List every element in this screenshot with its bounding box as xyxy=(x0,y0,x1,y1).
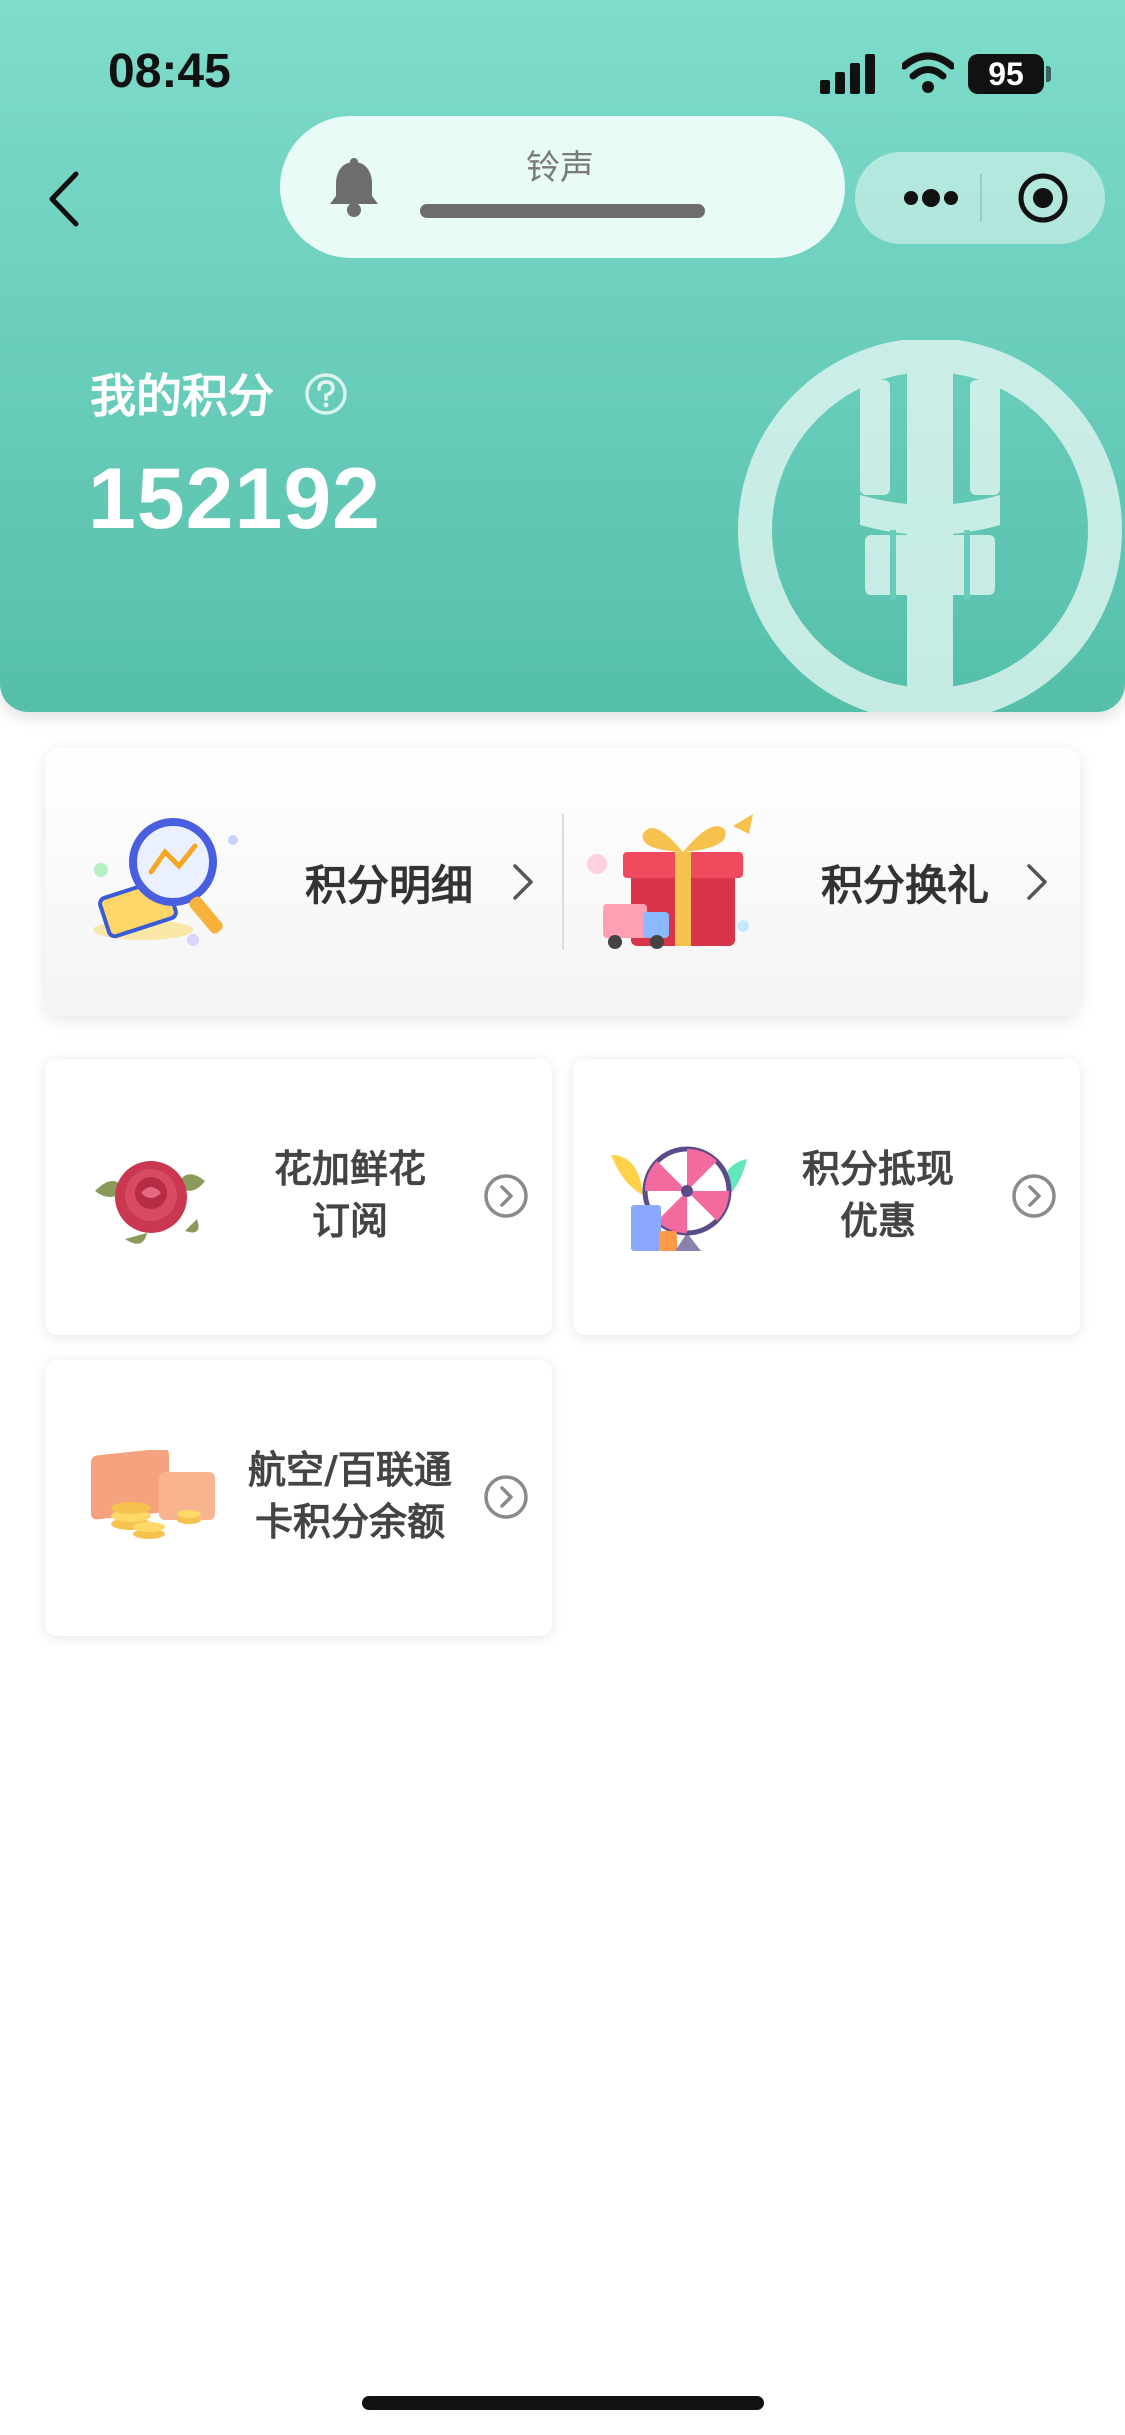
points-gift-exchange-label: 积分换礼 xyxy=(821,861,990,910)
points-label: 我的积分 xyxy=(90,369,274,423)
gift-box-icon xyxy=(587,814,753,949)
points-value: 152192 xyxy=(88,451,381,547)
ringtone-label: 铃声 xyxy=(526,148,594,188)
bell-icon xyxy=(330,158,378,217)
points-detail-label: 积分明细 xyxy=(305,861,474,910)
points-header: 08:45 95 铃声 我的积分 152192 xyxy=(0,0,1125,712)
card-coins-icon xyxy=(91,1450,215,1539)
cellular-signal-icon xyxy=(820,54,875,94)
points-cash-discount-line2: 优惠 xyxy=(839,1199,916,1243)
prize-wheel-icon xyxy=(611,1146,747,1251)
airline-bailian-balance-line1: 航空/百联通 xyxy=(248,1448,452,1492)
bank-logo-icon xyxy=(738,340,1122,712)
ringtone-progress-bar xyxy=(420,204,705,218)
magnifier-chart-icon xyxy=(93,818,238,946)
chevron-right-icon xyxy=(1027,864,1047,900)
miniprogram-capsule xyxy=(855,152,1105,244)
home-indicator[interactable] xyxy=(362,2396,764,2410)
flower-subscription-card[interactable]: 花加鲜花 订阅 xyxy=(45,1059,552,1335)
points-detail-button[interactable]: 积分明细 xyxy=(45,748,562,1016)
back-chevron-icon[interactable] xyxy=(40,164,90,234)
wifi-icon xyxy=(902,52,954,93)
capsule-divider xyxy=(980,174,982,222)
close-miniprogram-icon[interactable] xyxy=(1015,170,1071,226)
chevron-right-icon xyxy=(513,864,533,900)
circle-chevron-right-icon xyxy=(1012,1174,1056,1218)
battery-nub xyxy=(1046,66,1051,82)
flower-subscription-line1: 花加鲜花 xyxy=(273,1147,426,1191)
points-gift-exchange-button[interactable]: 积分换礼 xyxy=(563,748,1080,1016)
more-options-icon[interactable] xyxy=(891,180,971,216)
battery-level: 95 xyxy=(968,54,1044,94)
flower-subscription-line2: 订阅 xyxy=(311,1199,388,1243)
points-cash-discount-card[interactable]: 积分抵现 优惠 xyxy=(573,1059,1080,1335)
points-cash-discount-line1: 积分抵现 xyxy=(801,1147,954,1191)
circle-chevron-right-icon xyxy=(484,1475,528,1519)
ringtone-player[interactable]: 铃声 xyxy=(280,116,845,258)
airline-bailian-balance-line2: 卡积分余额 xyxy=(254,1500,445,1544)
airline-bailian-balance-card[interactable]: 航空/百联通 卡积分余额 xyxy=(45,1360,552,1636)
help-question-icon[interactable] xyxy=(304,372,348,416)
points-actions-card: 积分明细 积分换礼 xyxy=(45,748,1080,1016)
circle-chevron-right-icon xyxy=(484,1174,528,1218)
status-time: 08:45 xyxy=(108,45,231,98)
rose-flower-icon xyxy=(95,1161,205,1244)
